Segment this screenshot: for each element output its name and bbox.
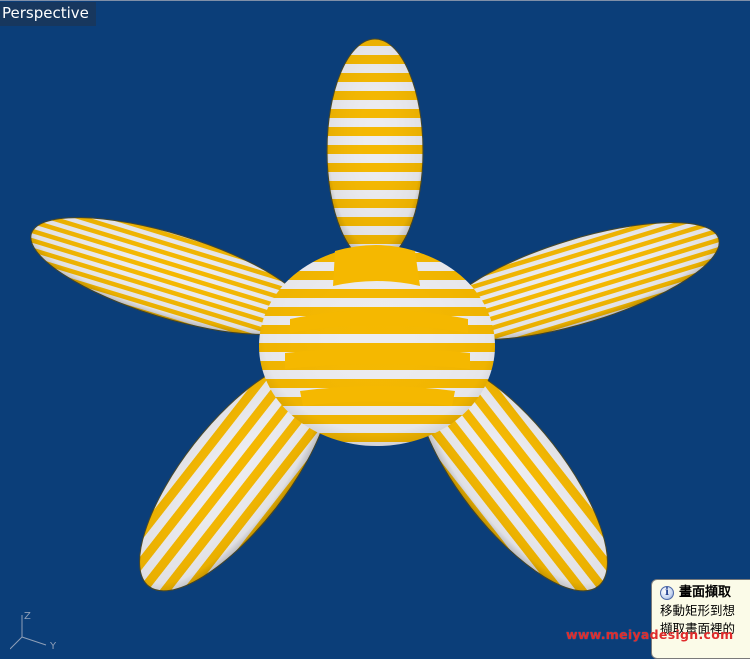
starfish-body xyxy=(259,245,495,446)
info-icon: i xyxy=(660,586,674,600)
perspective-viewport[interactable]: Perspective Z Y i 畫面擷取 移動矩形到想 擷取畫面裡的 www… xyxy=(0,0,750,659)
screen-capture-tooltip: i 畫面擷取 移動矩形到想 擷取畫面裡的 xyxy=(651,579,750,659)
tooltip-title: 畫面擷取 xyxy=(679,585,732,600)
axis-triad: Z Y xyxy=(10,611,57,651)
starfish-model[interactable] xyxy=(0,1,750,651)
axis-z-label: Z xyxy=(24,611,31,622)
tooltip-line-1: 移動矩形到想 xyxy=(660,603,736,618)
arm-top xyxy=(326,38,424,264)
watermark: www.meiyadesign.com xyxy=(566,627,734,642)
